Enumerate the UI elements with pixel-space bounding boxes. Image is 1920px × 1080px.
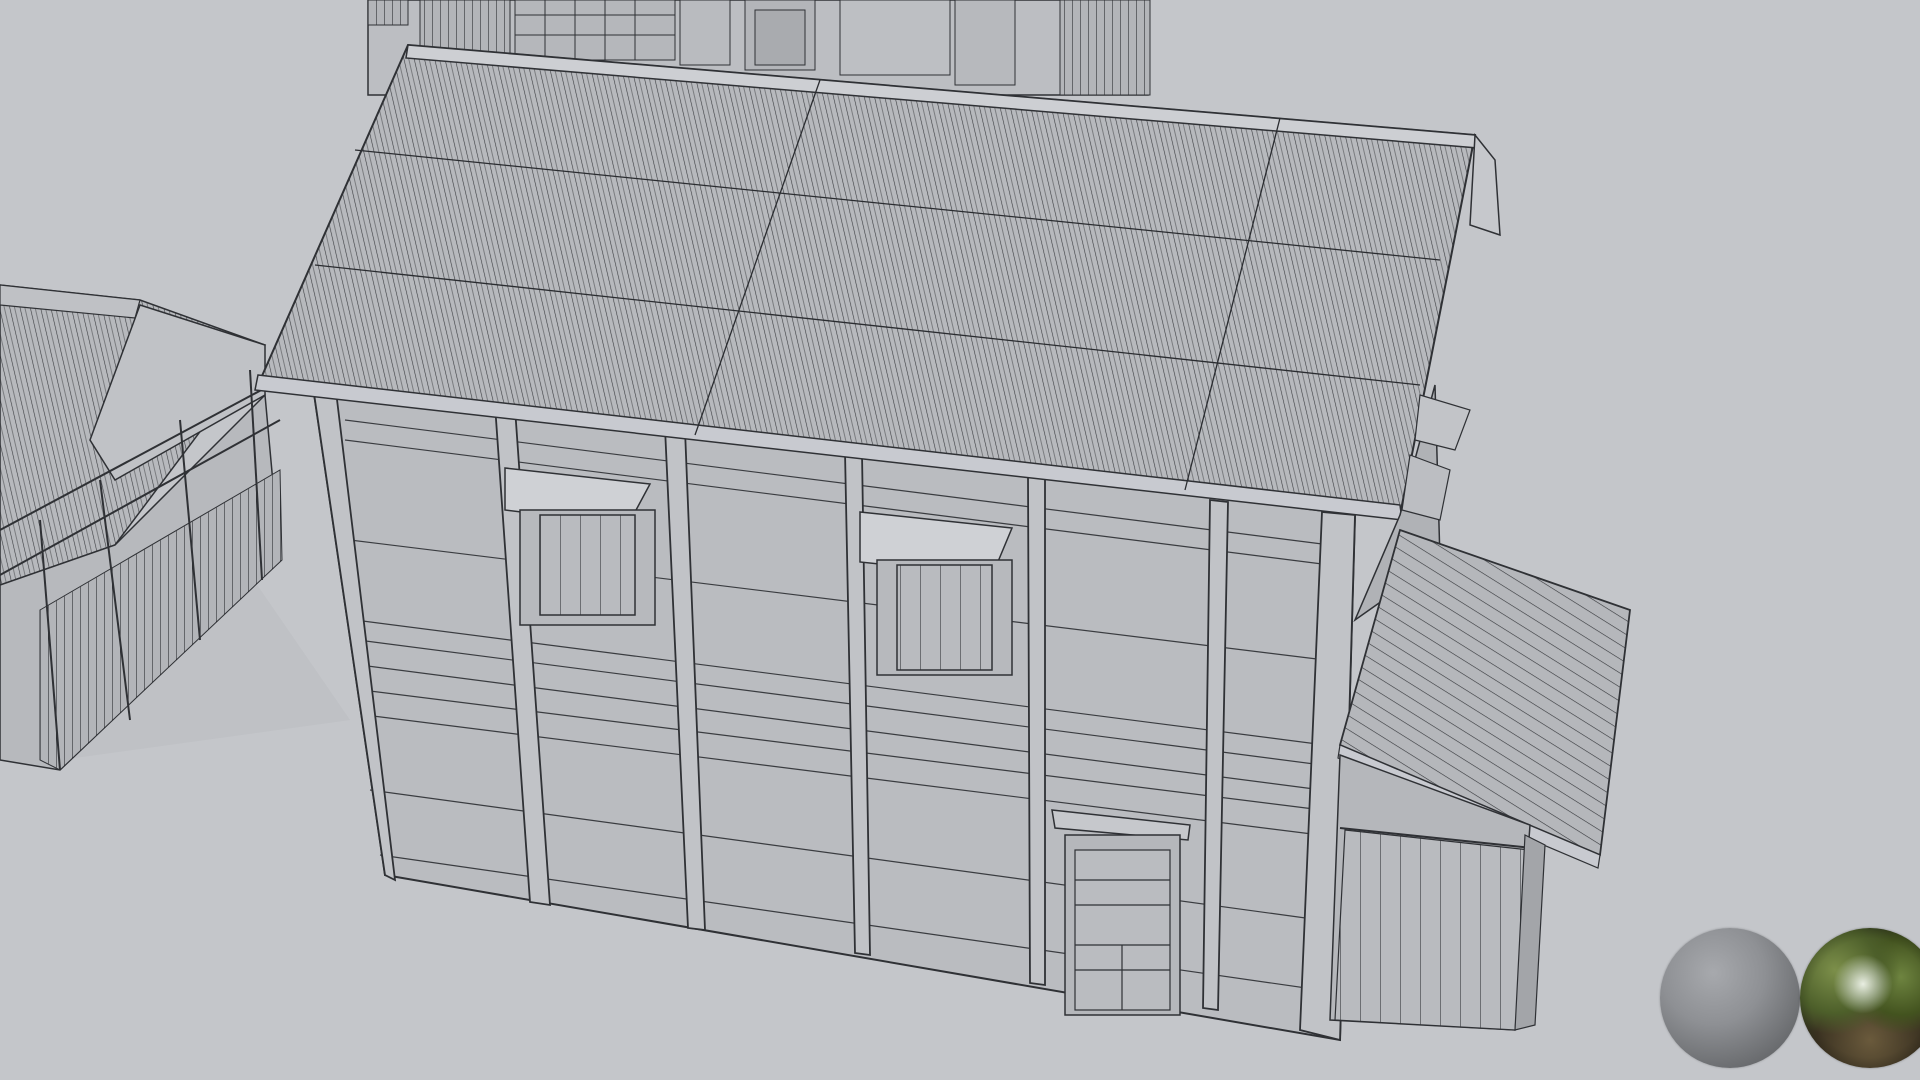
- scene-canvas[interactable]: [0, 0, 1920, 1080]
- matte-sphere-icon: [1660, 928, 1800, 1068]
- lookdev-spheres: [1500, 920, 1920, 1080]
- main-warehouse[interactable]: [254, 43, 1501, 1042]
- hdri-sphere-icon: [1800, 928, 1920, 1068]
- window-right: [859, 511, 1014, 676]
- 3d-viewport[interactable]: [0, 0, 1920, 1080]
- window-left: [504, 467, 656, 626]
- door: [1051, 809, 1191, 1016]
